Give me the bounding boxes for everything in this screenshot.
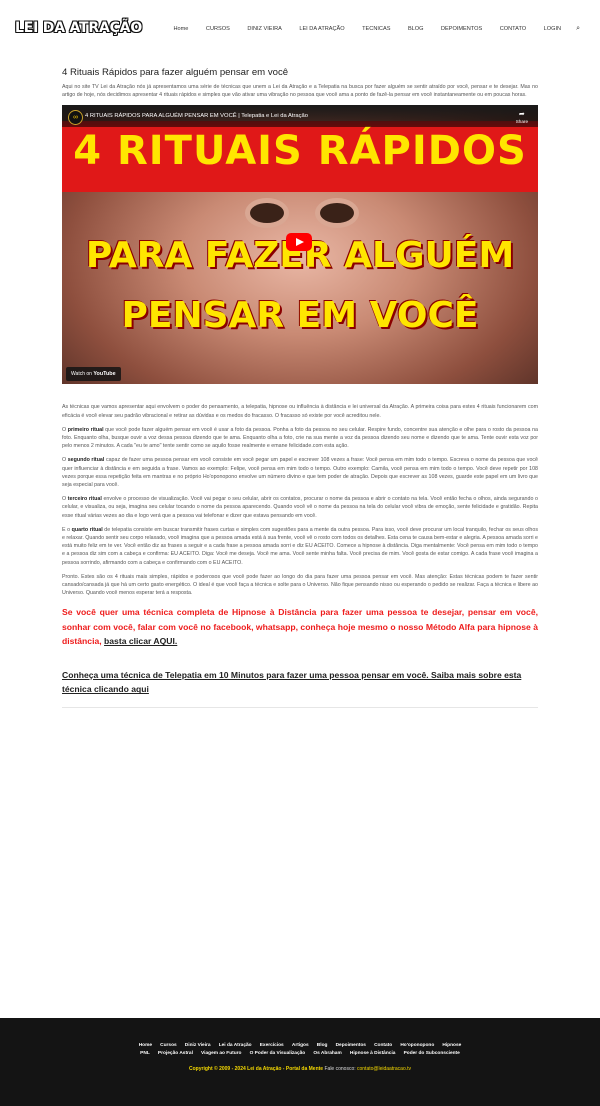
footer-link-hooponopono[interactable]: Ho'oponopono: [400, 1043, 434, 1048]
ritual-3-text: envolve o processo de visualização. Você…: [62, 496, 538, 519]
footer-link-exercicios[interactable]: Exercícios: [260, 1043, 284, 1048]
paragraph-conclusion: Pronto. Estes são os 4 rituais mais simp…: [62, 573, 538, 597]
watch-on-youtube-button[interactable]: Watch on YouTube: [66, 367, 121, 382]
footer-copyright: Copyright © 2009 - 2024 Lei da Atração -…: [0, 1066, 600, 1072]
play-button-icon[interactable]: [286, 233, 312, 252]
site-logo[interactable]: LEI DA ATRAÇÃO: [15, 20, 142, 36]
nav-login[interactable]: LOGIN: [544, 26, 561, 32]
footer-link-artigos[interactable]: Artigos: [292, 1043, 309, 1048]
footer-link-contato[interactable]: Contato: [374, 1043, 392, 1048]
watch-on-label: Watch on: [71, 371, 92, 378]
nav-depoimentos[interactable]: DEPOIMENTOS: [441, 26, 482, 32]
ritual-2-label: segundo ritual: [67, 457, 105, 464]
footer-link-diniz-vieira[interactable]: Diniz Vieira: [185, 1043, 211, 1048]
ritual-4-prefix: E o: [62, 526, 72, 533]
share-label: Share: [515, 119, 528, 125]
footer-link-projecao-astral[interactable]: Projeção Astral: [158, 1051, 193, 1056]
nav-contato[interactable]: CONTATO: [500, 26, 526, 32]
footer-link-home[interactable]: Home: [139, 1043, 152, 1048]
footer-link-blog[interactable]: Blog: [317, 1043, 328, 1048]
footer-link-hipnose-a-distancia[interactable]: Hipnose à Distância: [350, 1051, 396, 1056]
video-embed[interactable]: 4 RITUAIS RÁPIDOS PARA FAZER ALGUÉM PENS…: [62, 105, 538, 385]
footer-link-viagem-ao-futuro[interactable]: Viagem ao Futuro: [201, 1051, 241, 1056]
ritual-1-label: primeiro ritual: [67, 426, 104, 433]
footer-link-cursos[interactable]: Cursos: [160, 1043, 177, 1048]
video-title[interactable]: 4 RITUAIS RÁPIDOS PARA ALGUÉM PENSAR EM …: [85, 113, 308, 119]
ritual-3-label: terceiro ritual: [67, 496, 102, 503]
thumbnail-eye-left: [250, 203, 284, 224]
share-icon: ➦: [518, 111, 525, 119]
nav-blog[interactable]: BLOG: [408, 26, 424, 32]
footer-link-depoimentos[interactable]: Depoimentos: [336, 1043, 366, 1048]
nav-diniz-vieira[interactable]: DINIZ VIEIRA: [247, 26, 282, 32]
thumbnail-eye-right: [320, 203, 354, 224]
main-nav: Home CURSOS DINIZ VIEIRA LEI DA ATRAÇÃO …: [156, 25, 580, 33]
footer-links-row-2: PNL Projeção Astral Viagem ao Futuro O P…: [0, 1051, 600, 1056]
share-button[interactable]: ➦ Share: [516, 111, 528, 124]
footer-links-row-1: Home Cursos Diniz Vieira Lei da Atração …: [0, 1043, 600, 1048]
paragraph-ritual-2: O segundo ritual capaz de fazer uma pess…: [62, 456, 538, 489]
footer-link-pnl[interactable]: PNL: [140, 1051, 150, 1056]
promo-telepatia-link[interactable]: Conheça uma técnica de Telepatia em 10 M…: [62, 668, 538, 697]
footer-link-poder-da-visualizacao[interactable]: O Poder da Visualização: [250, 1051, 306, 1056]
footer-link-poder-do-subconsciente[interactable]: Poder do Subconsciente: [404, 1051, 460, 1056]
nav-lei-da-atracao[interactable]: LEI DA ATRAÇÃO: [299, 26, 344, 32]
article-title: 4 Rituais Rápidos para fazer alguém pens…: [62, 67, 289, 78]
footer-link-lei-da-atracao[interactable]: Lei da Atração: [219, 1043, 252, 1048]
thumbnail-headline-1: 4 RITUAIS RÁPIDOS: [73, 128, 527, 175]
footer-link-os-abraham[interactable]: Os Abraham: [313, 1051, 341, 1056]
ritual-1-text: que você pode fazer alguém pensar em voc…: [62, 426, 538, 450]
ritual-4-text: de telepatia consiste em buscar transmit…: [62, 526, 538, 566]
site-header: LEI DA ATRAÇÃO Home CURSOS DINIZ VIEIRA …: [0, 0, 600, 58]
nav-tecnicas[interactable]: TECNICAS: [362, 26, 390, 32]
youtube-logo: YouTube: [93, 371, 116, 378]
nav-home[interactable]: Home: [173, 26, 188, 32]
content-divider: [62, 706, 538, 708]
ritual-4-label: quarto ritual: [71, 526, 103, 533]
ritual-2-text: capaz de fazer uma pessoa pensar em você…: [62, 457, 538, 489]
copyright-text: Copyright © 2009 - 2024 Lei da Atração -…: [189, 1066, 324, 1072]
search-icon[interactable]: ⌕: [576, 25, 580, 33]
article: 4 Rituais Rápidos para fazer alguém pens…: [62, 66, 538, 708]
paragraph-ritual-1: O primeiro ritual que você pode fazer al…: [62, 426, 538, 451]
promo-hipnose: Se você quer uma técnica completa de Hip…: [62, 605, 538, 649]
promo-link[interactable]: basta clicar AQUI.: [104, 636, 177, 646]
footer-link-hipnose[interactable]: Hipnose: [442, 1043, 461, 1048]
site-footer: Home Cursos Diniz Vieira Lei da Atração …: [0, 1018, 600, 1106]
thumbnail-headline-3: PENSAR EM VOCÊ: [121, 295, 479, 337]
article-intro: Aqui no site TV Lei da Atração nós já ap…: [62, 84, 538, 99]
paragraph-intro-techniques: As técnicas que vamos apresentar aqui en…: [62, 404, 538, 419]
contact-label: Fale conosco:: [323, 1066, 357, 1072]
nav-cursos[interactable]: CURSOS: [206, 26, 230, 32]
paragraph-ritual-4: E o quarto ritual de telepatia consiste …: [62, 526, 538, 567]
contact-email-link[interactable]: contato@leidaatracao.tv: [357, 1066, 411, 1072]
paragraph-ritual-3: O terceiro ritual envolve o processo de …: [62, 495, 538, 520]
